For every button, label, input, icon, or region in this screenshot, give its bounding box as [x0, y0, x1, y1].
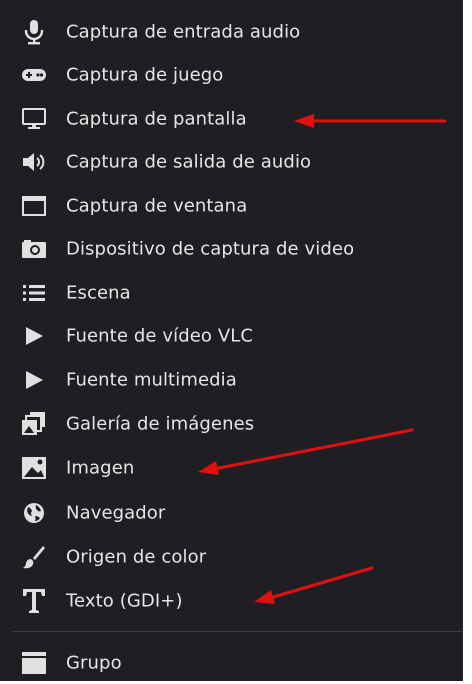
monitor-icon	[12, 105, 56, 133]
globe-icon	[12, 499, 56, 527]
window-icon	[12, 192, 56, 220]
menu-item-color-source[interactable]: Origen de color	[0, 535, 462, 578]
menu-item-label: Escena	[66, 282, 131, 303]
play-icon	[12, 366, 56, 394]
list-icon	[12, 279, 56, 307]
microphone-icon	[12, 18, 56, 46]
menu-item-media-source[interactable]: Fuente multimedia	[0, 358, 462, 401]
gamepad-icon	[12, 61, 56, 89]
annotation-arrow	[254, 566, 374, 604]
annotation-arrow	[294, 114, 447, 128]
menu-item-vlc-video-source[interactable]: Fuente de vídeo VLC	[0, 314, 462, 357]
menu-item-label: Grupo	[66, 652, 122, 673]
menu-item-audio-input-capture[interactable]: Captura de entrada audio	[0, 10, 462, 53]
menu-item-scene[interactable]: Escena	[0, 271, 462, 314]
menu-item-label: Fuente de vídeo VLC	[66, 325, 254, 346]
add-source-menu: Captura de entrada audio Captura de jueg…	[0, 0, 462, 681]
menu-item-window-capture[interactable]: Captura de ventana	[0, 184, 462, 227]
image-icon	[12, 454, 56, 482]
camera-icon	[12, 235, 56, 263]
folder-icon	[12, 649, 56, 677]
menu-item-label: Captura de salida de audio	[66, 151, 312, 172]
menu-item-group[interactable]: Grupo	[0, 641, 462, 684]
speaker-icon	[12, 148, 56, 176]
menu-item-label: Captura de ventana	[66, 195, 248, 216]
menu-item-label: Captura de pantalla	[66, 108, 247, 129]
menu-item-label: Imagen	[66, 457, 135, 478]
menu-item-label: Captura de juego	[66, 64, 224, 85]
image-stack-icon	[12, 410, 56, 438]
play-icon	[12, 322, 56, 350]
menu-item-label: Texto (GDI+)	[66, 590, 183, 611]
menu-item-browser[interactable]: Navegador	[0, 491, 462, 534]
text-icon	[12, 587, 56, 615]
menu-item-game-capture[interactable]: Captura de juego	[0, 53, 462, 96]
menu-item-label: Fuente multimedia	[66, 369, 237, 390]
menu-item-label: Navegador	[66, 502, 166, 523]
menu-item-label: Captura de entrada audio	[66, 21, 301, 42]
menu-item-label: Origen de color	[66, 546, 207, 567]
menu-item-text-gdi[interactable]: Texto (GDI+)	[0, 579, 462, 622]
menu-separator	[12, 631, 462, 632]
brush-icon	[12, 543, 56, 571]
menu-item-audio-output-capture[interactable]: Captura de salida de audio	[0, 140, 462, 183]
annotation-arrow	[198, 428, 414, 475]
menu-item-label: Dispositivo de captura de video	[66, 238, 355, 259]
menu-item-video-capture-device[interactable]: Dispositivo de captura de video	[0, 227, 462, 270]
